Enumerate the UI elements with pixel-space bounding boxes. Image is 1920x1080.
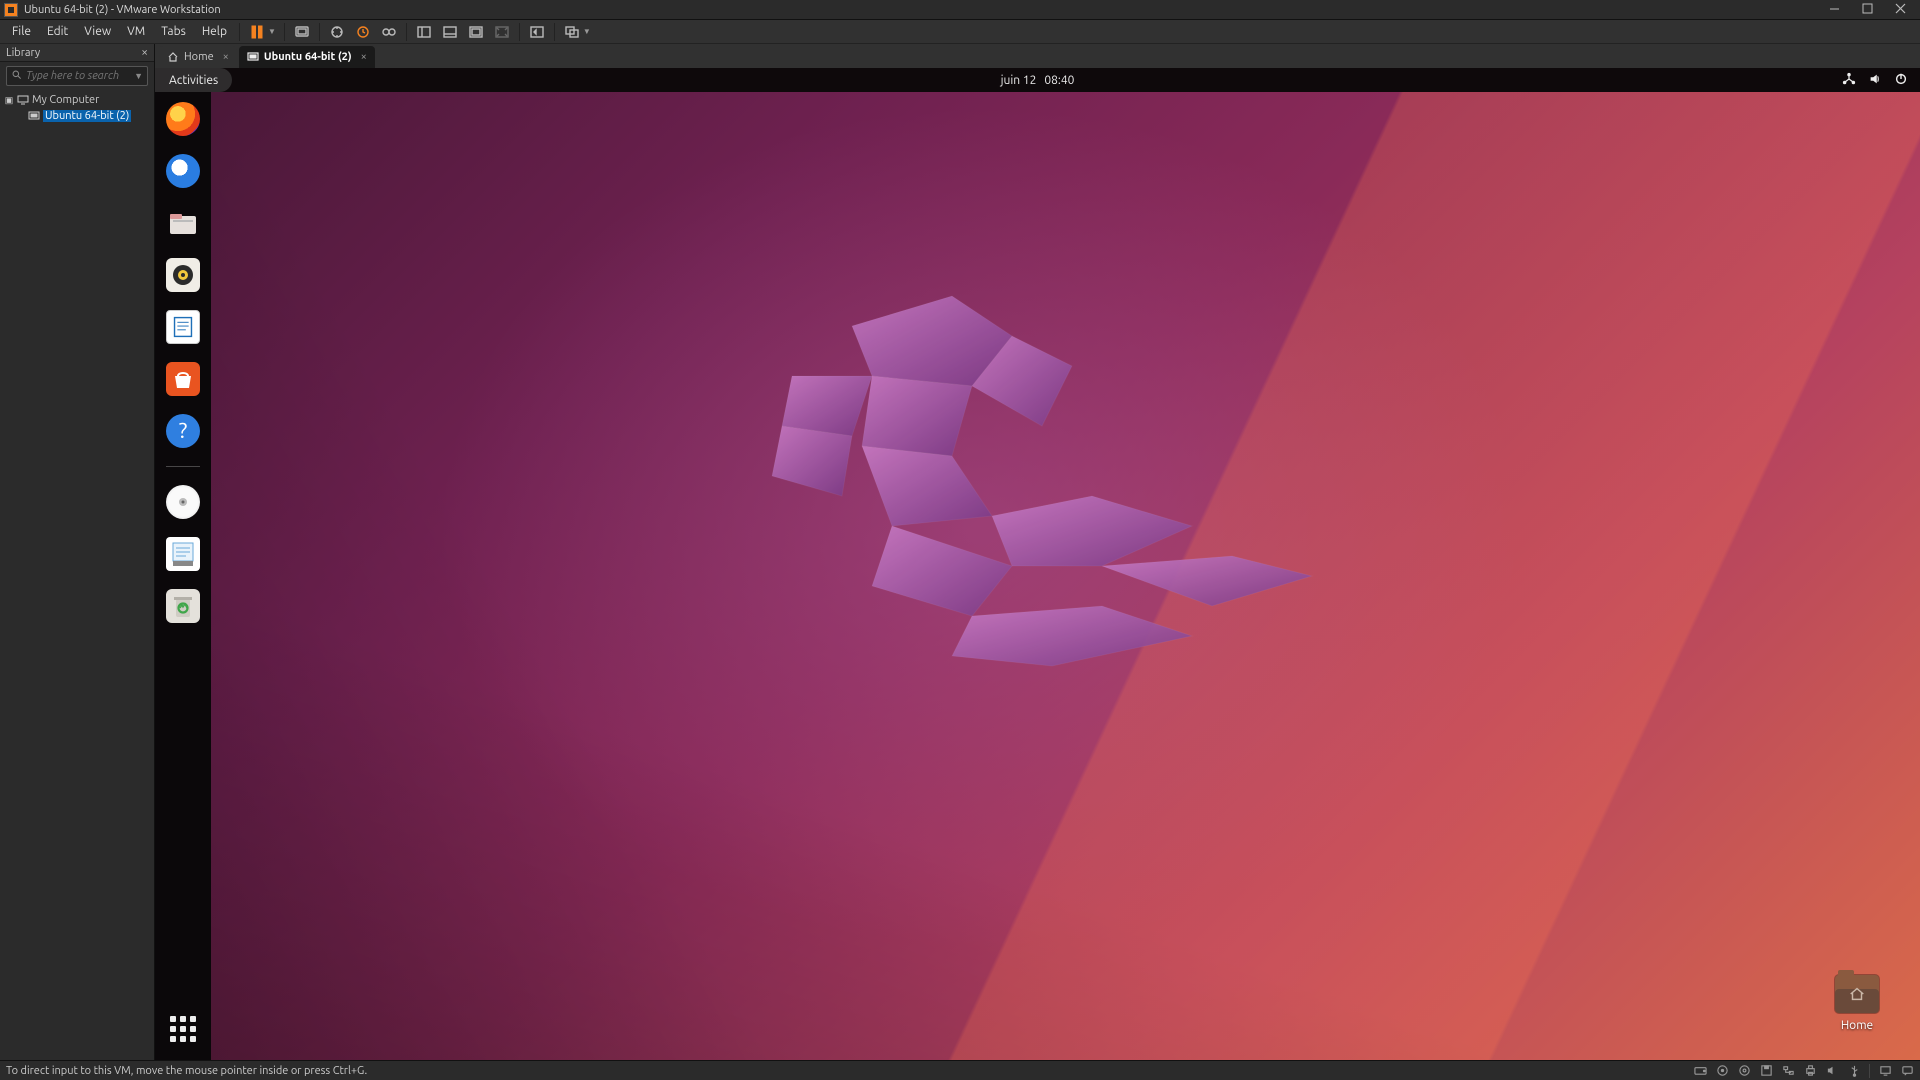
library-close-button[interactable]: × bbox=[141, 46, 148, 59]
dock-files[interactable] bbox=[166, 206, 200, 240]
menu-file[interactable]: File bbox=[4, 22, 39, 41]
search-icon bbox=[11, 69, 22, 83]
tray-printer-icon[interactable] bbox=[1803, 1064, 1817, 1078]
unity-mode-button[interactable] bbox=[561, 21, 583, 43]
tray-usb-icon[interactable] bbox=[1847, 1064, 1861, 1078]
tabstrip: Home × Ubuntu 64-bit (2) × bbox=[155, 44, 1920, 68]
library-header: Library × bbox=[0, 44, 154, 62]
dock-ubuntu-software[interactable] bbox=[166, 362, 200, 396]
tab-vm[interactable]: Ubuntu 64-bit (2) × bbox=[239, 46, 375, 68]
gnome-time: 08:40 bbox=[1044, 74, 1074, 87]
snapshot-take-button[interactable] bbox=[326, 21, 348, 43]
search-dropdown-icon[interactable]: ▼ bbox=[134, 71, 143, 81]
dock-thunderbird[interactable] bbox=[166, 154, 200, 188]
dock-separator bbox=[166, 466, 200, 467]
dock-show-applications[interactable] bbox=[170, 1016, 196, 1042]
tray-message-icon[interactable] bbox=[1900, 1064, 1914, 1078]
tab-home-label: Home bbox=[184, 51, 214, 63]
snapshot-manager-button[interactable] bbox=[378, 21, 400, 43]
tray-cd-icon[interactable] bbox=[1715, 1064, 1729, 1078]
window-titlebar: Ubuntu 64-bit (2) - VMware Workstation bbox=[0, 0, 1920, 20]
tab-home[interactable]: Home × bbox=[159, 46, 237, 68]
dock-firefox[interactable] bbox=[166, 102, 200, 136]
show-library-button[interactable] bbox=[413, 21, 435, 43]
tray-settings-icon[interactable] bbox=[1737, 1064, 1751, 1078]
svg-text:?: ? bbox=[179, 418, 188, 443]
dock-rhythmbox[interactable] bbox=[166, 258, 200, 292]
window-title: Ubuntu 64-bit (2) - VMware Workstation bbox=[24, 4, 221, 16]
menu-view[interactable]: View bbox=[76, 22, 119, 41]
power-dropdown[interactable]: ▼ bbox=[268, 27, 276, 36]
unity-dropdown[interactable]: ▼ bbox=[583, 27, 591, 36]
library-title: Library bbox=[6, 47, 40, 59]
desktop-home-label: Home bbox=[1828, 1019, 1886, 1032]
desktop-home-folder[interactable]: Home bbox=[1828, 975, 1886, 1032]
dock-trash[interactable] bbox=[166, 589, 200, 623]
tree-node-vm[interactable]: Ubuntu 64-bit (2) bbox=[4, 108, 150, 124]
activities-button[interactable]: Activities bbox=[155, 68, 232, 92]
dock-help[interactable]: ? bbox=[166, 414, 200, 448]
home-icon bbox=[167, 51, 179, 63]
menu-vm[interactable]: VM bbox=[119, 22, 153, 41]
library-tree: ▣ My Computer Ubuntu 64-bit (2) bbox=[0, 90, 154, 126]
power-icon bbox=[1894, 72, 1908, 89]
tray-floppy-icon[interactable] bbox=[1759, 1064, 1773, 1078]
statusbar-hint: To direct input to this VM, move the mou… bbox=[6, 1065, 367, 1077]
vm-icon bbox=[28, 111, 40, 121]
activities-label: Activities bbox=[169, 74, 218, 87]
close-button[interactable] bbox=[1895, 3, 1906, 17]
gnome-date: juin 12 bbox=[1001, 74, 1037, 87]
tab-vm-close[interactable]: × bbox=[361, 51, 367, 63]
gnome-top-bar: Activities juin 12 08:40 bbox=[155, 68, 1920, 92]
menu-help[interactable]: Help bbox=[194, 22, 235, 41]
show-thumbnail-button[interactable] bbox=[439, 21, 461, 43]
tray-sound-icon[interactable] bbox=[1825, 1064, 1839, 1078]
suspend-button[interactable] bbox=[246, 21, 268, 43]
send-ctrl-alt-del-button[interactable] bbox=[291, 21, 313, 43]
content-area: Home × Ubuntu 64-bit (2) × bbox=[155, 44, 1920, 1060]
vm-display[interactable]: Home Activities juin 12 08:40 bbox=[155, 68, 1920, 1060]
tab-vm-label: Ubuntu 64-bit (2) bbox=[264, 51, 352, 63]
tray-sep bbox=[1869, 1064, 1870, 1078]
network-icon bbox=[1842, 72, 1856, 89]
menu-edit[interactable]: Edit bbox=[39, 22, 76, 41]
dock-disc[interactable] bbox=[166, 485, 200, 519]
ubuntu-dock: ? bbox=[155, 92, 211, 1060]
tab-home-close[interactable]: × bbox=[223, 51, 229, 63]
tray-network-icon[interactable] bbox=[1781, 1064, 1795, 1078]
tree-collapse-icon[interactable]: ▣ bbox=[4, 95, 14, 106]
wallpaper-jellyfish bbox=[672, 266, 1352, 686]
maximize-button[interactable] bbox=[1862, 3, 1873, 17]
tray-display-icon[interactable] bbox=[1878, 1064, 1892, 1078]
tree-node-label: My Computer bbox=[32, 94, 99, 106]
statusbar: To direct input to this VM, move the mou… bbox=[0, 1060, 1920, 1080]
tree-node-vm-label: Ubuntu 64-bit (2) bbox=[43, 110, 131, 122]
gnome-system-menu[interactable] bbox=[1842, 72, 1920, 89]
volume-icon bbox=[1868, 72, 1882, 89]
vmware-app-icon bbox=[4, 3, 18, 17]
library-search-input[interactable]: Type here to search ▼ bbox=[6, 66, 148, 86]
ubuntu-wallpaper: Home bbox=[211, 92, 1920, 1060]
computer-icon bbox=[17, 95, 29, 105]
menubar: File Edit View VM Tabs Help ▼ ▼ bbox=[0, 20, 1920, 44]
tree-node-my-computer[interactable]: ▣ My Computer bbox=[4, 92, 150, 108]
menu-tabs[interactable]: Tabs bbox=[153, 22, 194, 41]
snapshot-revert-button[interactable] bbox=[352, 21, 374, 43]
fullscreen-button[interactable] bbox=[526, 21, 548, 43]
dock-libreoffice-writer[interactable] bbox=[166, 310, 200, 344]
gnome-clock[interactable]: juin 12 08:40 bbox=[1001, 74, 1075, 87]
folder-icon bbox=[1835, 975, 1879, 1013]
library-panel: Library × Type here to search ▼ ▣ My Com… bbox=[0, 44, 155, 1060]
search-placeholder: Type here to search bbox=[26, 70, 119, 82]
show-console-button[interactable] bbox=[465, 21, 487, 43]
minimize-button[interactable] bbox=[1829, 3, 1840, 17]
stretch-guest-button[interactable] bbox=[491, 21, 513, 43]
tray-harddisk-icon[interactable] bbox=[1693, 1064, 1707, 1078]
vm-device-tray bbox=[1693, 1064, 1914, 1078]
dock-text-editor[interactable] bbox=[166, 537, 200, 571]
vm-tab-icon bbox=[247, 51, 259, 63]
